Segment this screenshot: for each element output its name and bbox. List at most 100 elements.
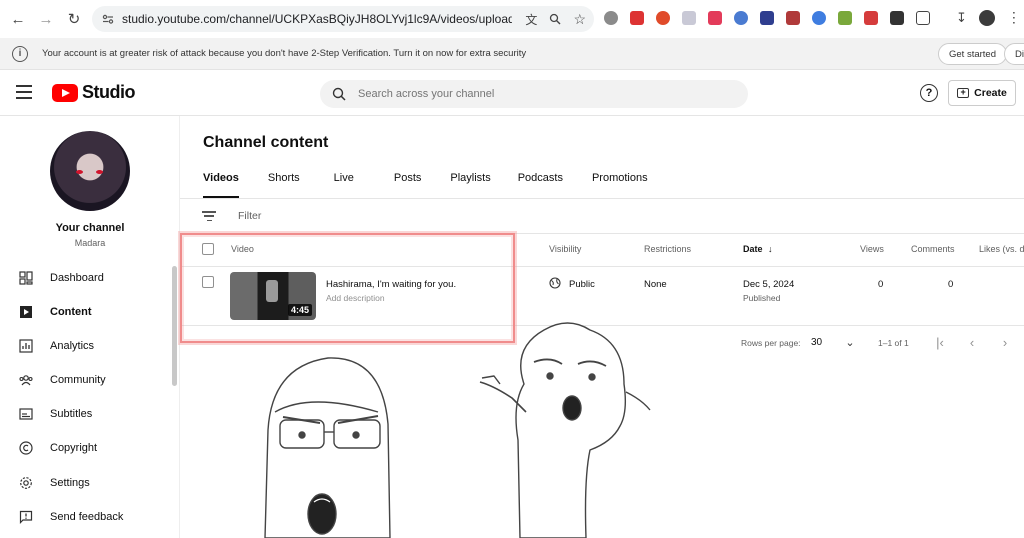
- previous-page-icon[interactable]: ‹: [964, 333, 980, 351]
- tab-podcasts[interactable]: Podcasts: [518, 172, 563, 196]
- rows-per-page-label: Rows per page:: [741, 338, 801, 348]
- tabs-divider: [180, 198, 1024, 199]
- row-checkbox[interactable]: [202, 276, 214, 288]
- extension-icon[interactable]: [656, 10, 670, 25]
- gear-icon: [19, 476, 33, 490]
- extension-icon[interactable]: [838, 10, 852, 25]
- copyright-icon: [19, 441, 33, 455]
- extension-icon[interactable]: [682, 10, 696, 25]
- thumbnail-figure: [266, 280, 278, 302]
- bookmark-star-icon[interactable]: ☆: [573, 11, 586, 28]
- extension-icon[interactable]: [864, 10, 878, 25]
- extension-icon[interactable]: [734, 10, 748, 25]
- zoom-icon[interactable]: [549, 13, 561, 25]
- dashboard-icon: [19, 271, 33, 285]
- puzzle-icon[interactable]: [916, 10, 930, 25]
- filter-bar[interactable]: Filter: [180, 200, 1024, 234]
- sidebar-item-copyright[interactable]: Copyright: [0, 432, 172, 464]
- extension-icon[interactable]: [812, 10, 826, 25]
- search-icon: [332, 87, 346, 101]
- column-comments: Comments: [911, 244, 955, 254]
- security-banner: i Your account is at greater risk of att…: [0, 38, 1024, 70]
- feedback-icon: [19, 510, 33, 524]
- column-visibility: Visibility: [549, 244, 582, 254]
- extension-icon[interactable]: [786, 10, 800, 25]
- tab-videos[interactable]: Videos: [203, 172, 239, 199]
- sidebar-item-settings[interactable]: Settings: [0, 467, 172, 499]
- sidebar-item-content[interactable]: Content: [0, 296, 172, 328]
- profile-avatar-icon[interactable]: [978, 9, 995, 26]
- browser-toolbar: ← → ↻ studio.youtube.com/channel/UCKPXas…: [0, 0, 1024, 38]
- content-icon: [19, 305, 33, 319]
- studio-logo[interactable]: Studio: [52, 82, 136, 103]
- get-started-button[interactable]: Get started: [938, 43, 1007, 65]
- select-all-checkbox[interactable]: [202, 243, 214, 255]
- column-video: Video: [231, 244, 254, 254]
- create-button[interactable]: + Create: [948, 80, 1016, 106]
- sidebar-item-community[interactable]: Community: [0, 364, 172, 396]
- menu-icon[interactable]: [16, 85, 32, 99]
- filter-icon[interactable]: [202, 211, 216, 221]
- sidebar-item-label: Content: [50, 306, 92, 318]
- page-title: Channel content: [203, 134, 329, 151]
- globe-icon: [549, 277, 561, 289]
- search-input[interactable]: [358, 88, 718, 100]
- video-duration: 4:45: [287, 304, 312, 316]
- sidebar-item-label: Community: [50, 374, 106, 386]
- youtube-play-icon: [52, 83, 78, 102]
- logo-text: Studio: [82, 82, 136, 102]
- channel-name: Your channel: [55, 222, 125, 234]
- audio-wave-icon[interactable]: [890, 10, 904, 25]
- extension-icon[interactable]: [604, 10, 618, 25]
- wojak-meme-overlay: [264, 322, 651, 538]
- reload-icon[interactable]: ↻: [60, 5, 88, 33]
- avatar-eye: [96, 170, 103, 174]
- back-icon[interactable]: ←: [4, 5, 32, 33]
- rows-per-page-select[interactable]: 30: [811, 337, 822, 348]
- dismiss-button[interactable]: Dis: [1004, 43, 1024, 65]
- tab-live[interactable]: Live: [334, 172, 354, 196]
- restrictions-value: None: [644, 279, 667, 290]
- tab-posts[interactable]: Posts: [394, 172, 422, 196]
- channel-avatar[interactable]: [50, 131, 130, 211]
- tab-promotions[interactable]: Promotions: [592, 172, 648, 196]
- tab-playlists[interactable]: Playlists: [450, 172, 490, 196]
- sidebar: Your channel Madara Dashboard Content An…: [0, 116, 180, 538]
- sidebar-item-label: Analytics: [50, 340, 95, 352]
- column-views: Views: [860, 244, 884, 254]
- video-thumbnail[interactable]: 4:45: [230, 272, 316, 320]
- video-title[interactable]: Hashirama, I'm waiting for you.: [326, 279, 456, 290]
- extension-icon[interactable]: [630, 10, 644, 25]
- create-plus-icon: +: [957, 88, 970, 98]
- sidebar-scrollbar[interactable]: [172, 266, 177, 386]
- sidebar-item-subtitles[interactable]: Subtitles: [0, 398, 172, 430]
- site-info-icon[interactable]: [102, 13, 114, 25]
- sidebar-item-dashboard[interactable]: Dashboard: [0, 262, 172, 294]
- address-bar[interactable]: studio.youtube.com/channel/UCKPXasBQiyJH…: [92, 6, 594, 32]
- video-description[interactable]: Add description: [326, 293, 385, 303]
- column-restrictions: Restrictions: [644, 244, 692, 254]
- menu-dots-icon[interactable]: ⋮: [1007, 9, 1021, 26]
- next-page-icon[interactable]: ›: [997, 333, 1013, 351]
- info-icon: i: [12, 45, 28, 62]
- avatar-eye: [76, 170, 83, 174]
- first-page-icon[interactable]: |‹: [932, 333, 948, 351]
- chevron-down-icon[interactable]: ⌄: [842, 333, 858, 351]
- channel-search[interactable]: [320, 80, 748, 108]
- content-tabs: Videos Shorts Live Posts Playlists Podca…: [203, 172, 648, 199]
- tab-shorts[interactable]: Shorts: [268, 172, 300, 196]
- sidebar-item-analytics[interactable]: Analytics: [0, 330, 172, 362]
- banner-message: Your account is at greater risk of attac…: [42, 48, 527, 59]
- column-date[interactable]: Date ↓: [743, 244, 773, 254]
- sidebar-item-label: Send feedback: [50, 511, 124, 523]
- extension-icon[interactable]: [708, 10, 722, 25]
- download-icon[interactable]: ↧: [956, 10, 967, 26]
- forward-icon[interactable]: →: [32, 5, 60, 33]
- extension-icon[interactable]: [760, 10, 774, 25]
- translate-icon[interactable]: 文: [525, 11, 537, 28]
- visibility-value[interactable]: Public: [569, 279, 595, 290]
- filter-label: Filter: [238, 210, 262, 222]
- sidebar-item-send-feedback[interactable]: Send feedback: [0, 501, 172, 533]
- sort-arrow-down-icon: ↓: [768, 244, 773, 254]
- help-icon[interactable]: ?: [920, 84, 938, 102]
